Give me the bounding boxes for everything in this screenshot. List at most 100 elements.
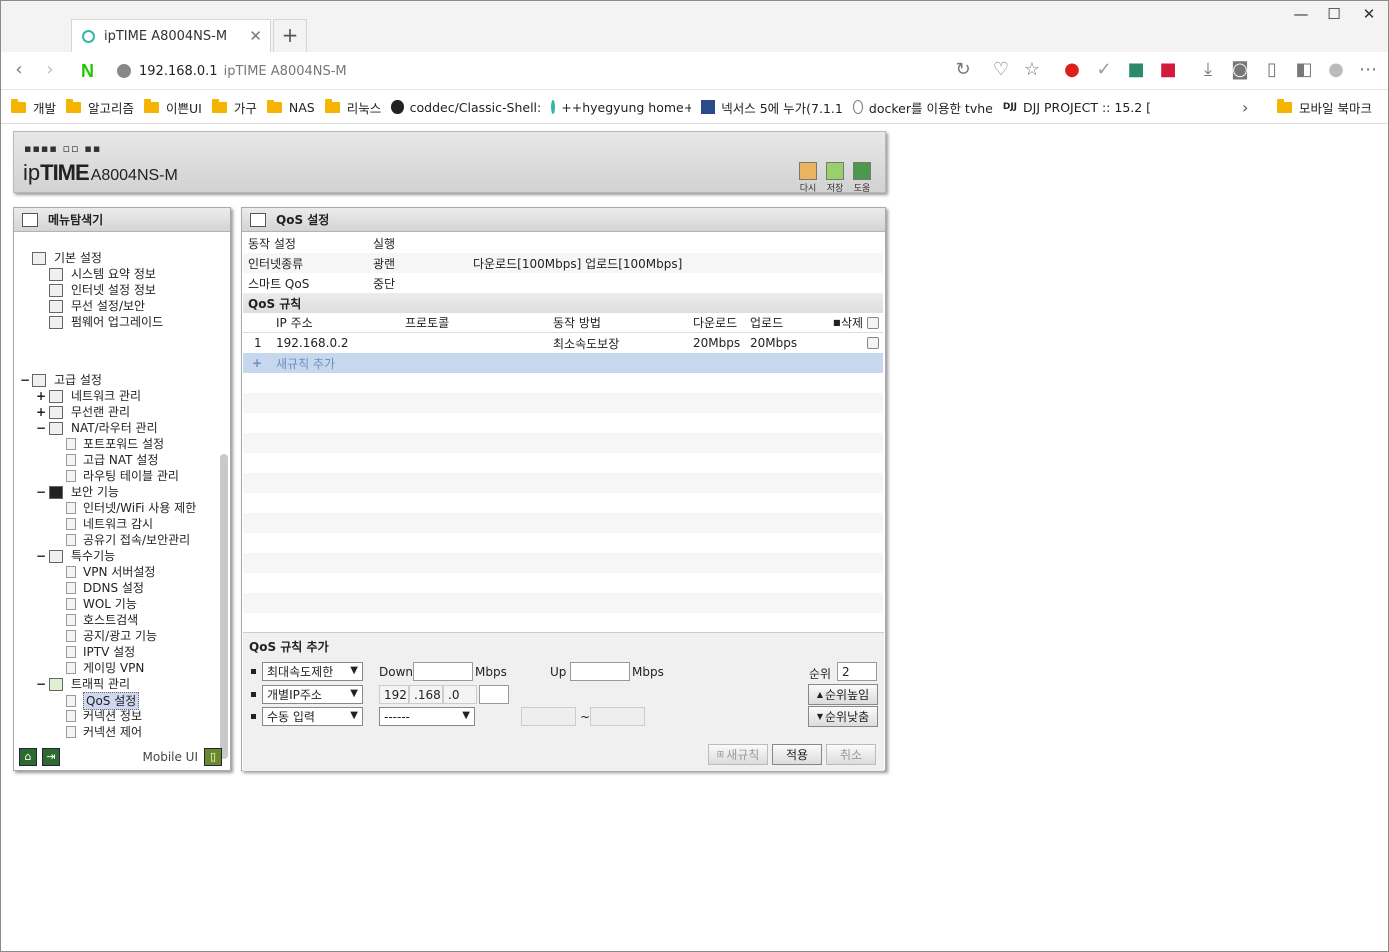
bookmark-docker[interactable]: docker를 이용한 tvhe (852, 98, 993, 117)
bookmark-folder-dev[interactable]: 개발 (11, 98, 56, 117)
tree-security[interactable]: 보안 기능 (49, 484, 119, 500)
collapse-icon[interactable]: − (36, 548, 46, 564)
tree-host-search[interactable]: 호스트검색 (66, 612, 138, 628)
new-tab-button[interactable]: + (273, 19, 307, 52)
tree-network[interactable]: 네트워크 관리 (49, 388, 141, 404)
tree-wireless-settings[interactable]: 무선 설정/보안 (49, 298, 145, 314)
ip-octet-1[interactable]: 192 (379, 685, 409, 704)
capture-icon[interactable]: ◙ (1229, 60, 1251, 80)
tree-ddns[interactable]: DDNS 설정 (66, 580, 144, 596)
back-icon[interactable]: ‹ (8, 60, 30, 80)
naver-home-icon[interactable]: N (81, 61, 94, 82)
tree-connection-info[interactable]: 커넥션 정보 (66, 708, 142, 724)
reload-icon[interactable]: ↻ (952, 60, 974, 80)
bookmark-folder-furniture[interactable]: 가구 (211, 98, 257, 117)
collapse-icon[interactable]: − (36, 676, 46, 692)
ip-octet-4[interactable] (479, 685, 509, 704)
tree-port-forward[interactable]: 포트포워드 설정 (66, 436, 164, 452)
tree-system-summary[interactable]: 시스템 요약 정보 (49, 266, 156, 282)
expand-icon[interactable]: + (36, 404, 46, 420)
menu-icon[interactable]: ⋯ (1357, 60, 1379, 80)
mode-select[interactable]: 최대속도제한 ▼ (262, 662, 363, 681)
cancel-button[interactable]: 취소 (826, 744, 876, 765)
select-all-checkbox[interactable] (867, 316, 879, 329)
add-new-rule-row[interactable]: + 새규칙 추가 (243, 353, 883, 373)
home-icon[interactable]: ⌂ (19, 748, 37, 766)
s-extension-icon[interactable]: ■ (1125, 60, 1147, 80)
tree-firmware-upgrade[interactable]: 펌웨어 업그레이드 (49, 314, 163, 330)
forward-extension-icon[interactable]: ■ (1157, 60, 1179, 80)
new-rule-button[interactable]: ⊞ 새규칙 (708, 744, 768, 765)
tree-nat[interactable]: NAT/라우터 관리 (49, 420, 158, 436)
tree-advanced-nat[interactable]: 고급 NAT 설정 (66, 452, 158, 468)
table-row[interactable]: 1 192.168.0.2 최소속도보장 20Mbps 20Mbps (243, 333, 883, 353)
check-extension-icon[interactable]: ✓ (1093, 60, 1115, 80)
protocol-select[interactable]: 수동 입력 ▼ (262, 707, 363, 726)
forward-icon[interactable]: › (39, 60, 61, 80)
tree-traffic[interactable]: 트래픽 관리 (49, 676, 130, 692)
tree-internet-settings[interactable]: 인터넷 설정 정보 (49, 282, 156, 298)
tree-wol[interactable]: WOL 기능 (66, 596, 137, 612)
bookmark-folder-algo[interactable]: 알고리즘 (66, 98, 134, 117)
collapse-icon[interactable]: − (20, 372, 30, 388)
bookmark-nexus[interactable]: 넥서스 5에 누가(7.1.1 (701, 98, 843, 117)
bookmark-djj[interactable]: DJJ DJJ PROJECT :: 15.2 [ (1003, 100, 1151, 115)
bookmark-classic-shell[interactable]: coddec/Classic-Shell: (391, 100, 541, 115)
tree-basic-settings[interactable]: 기본 설정 (32, 250, 102, 266)
tree-network-monitor[interactable]: 네트워크 감시 (66, 516, 153, 532)
tree-special[interactable]: 특수기능 (49, 548, 115, 564)
download-icon[interactable]: ⤓ (1197, 60, 1219, 80)
apply-button[interactable]: 적용 (772, 744, 822, 765)
row-delete-checkbox[interactable] (867, 337, 879, 349)
reader-icon[interactable]: ▯ (1261, 60, 1283, 80)
tab-close-icon[interactable]: ✕ (249, 27, 262, 45)
rank-input[interactable]: 2 (837, 662, 877, 681)
ip-octet-3[interactable]: .0 (443, 685, 477, 704)
sidebar-icon[interactable]: ◧ (1293, 60, 1315, 80)
bookmark-hyegyung[interactable]: ++hyegyung home++ (551, 100, 691, 115)
pocket-icon[interactable]: ♡ (990, 60, 1012, 80)
expand-icon[interactable]: + (36, 388, 46, 404)
menu-scrollbar[interactable] (220, 454, 228, 759)
ip-type-select[interactable]: 개별IP주소 ▼ (262, 685, 363, 704)
tree-gaming-vpn[interactable]: 게이밍 VPN (66, 660, 144, 676)
site-info-icon[interactable] (117, 64, 131, 78)
tree-access-security[interactable]: 공유기 접속/보안관리 (66, 532, 190, 548)
mobile-icon[interactable]: ▯ (204, 748, 222, 766)
tree-connection-control[interactable]: 커넥션 제어 (66, 724, 142, 740)
tree-vpn-server[interactable]: VPN 서버설정 (66, 564, 155, 580)
profile-avatar-icon[interactable]: ● (1325, 60, 1347, 80)
port-end-input[interactable] (590, 707, 645, 726)
refresh-button[interactable]: 다시 (796, 162, 820, 194)
bookmark-star-icon[interactable]: ☆ (1021, 60, 1043, 80)
tree-wireless[interactable]: 무선랜 관리 (49, 404, 130, 420)
sort-icon[interactable]: ■ (833, 318, 841, 327)
mobile-ui-link[interactable]: Mobile UI (143, 750, 199, 764)
bookmark-folder-ui[interactable]: 이쁜UI (144, 98, 202, 117)
mobile-bookmarks[interactable]: 모바일 북마크 (1277, 98, 1372, 117)
tree-routing-table[interactable]: 라우팅 테이블 관리 (66, 468, 179, 484)
tree-internet-restrict[interactable]: 인터넷/WiFi 사용 제한 (66, 500, 196, 516)
tree-advanced-settings[interactable]: 고급 설정 (32, 372, 102, 388)
collapse-icon[interactable]: − (36, 484, 46, 500)
down-speed-input[interactable] (413, 662, 473, 681)
opera-extension-icon[interactable]: ● (1061, 60, 1083, 80)
bookmarks-overflow-icon[interactable]: › (1242, 98, 1248, 117)
rank-up-button[interactable]: ▲ 순위높임 (808, 684, 878, 705)
close-window-icon[interactable]: ✕ (1349, 5, 1389, 23)
tab-router[interactable]: ipTIME A8004NS-M ✕ (71, 19, 271, 52)
rank-down-button[interactable]: ▼ 순위낮춤 (808, 706, 878, 727)
address-bar[interactable]: 192.168.0.1 ipTIME A8004NS-M (111, 58, 981, 84)
save-button[interactable]: 저장 (823, 162, 847, 194)
help-button[interactable]: 도움 (850, 162, 874, 194)
bookmark-folder-linux[interactable]: 리눅스 (324, 98, 381, 117)
logout-icon[interactable]: ⇥ (42, 748, 60, 766)
protocol-select-2[interactable]: ------ ▼ (379, 707, 475, 726)
port-start-input[interactable] (521, 707, 576, 726)
maximize-icon[interactable]: ☐ (1314, 5, 1354, 23)
collapse-icon[interactable]: − (36, 420, 46, 436)
ip-octet-2[interactable]: .168 (409, 685, 443, 704)
tree-notice-ad[interactable]: 공지/광고 기능 (66, 628, 157, 644)
up-speed-input[interactable] (570, 662, 630, 681)
tree-iptv[interactable]: IPTV 설정 (66, 644, 135, 660)
